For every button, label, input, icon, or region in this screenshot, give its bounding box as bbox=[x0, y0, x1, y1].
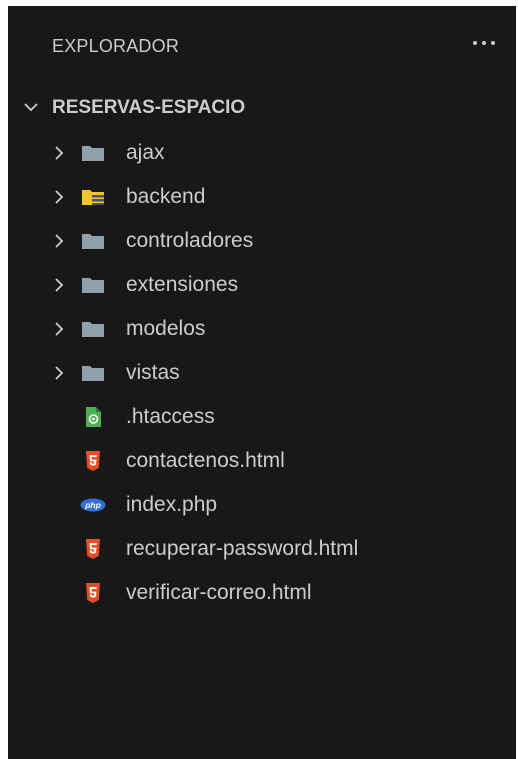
tree-item-label: modelos bbox=[126, 317, 206, 340]
html5-file-icon bbox=[86, 539, 100, 559]
folder-icon bbox=[82, 234, 104, 249]
html5-file-icon bbox=[86, 451, 100, 471]
tree-item-controladores[interactable]: controladores bbox=[8, 220, 516, 264]
workspace-root-label: RESERVAS-ESPACIO bbox=[52, 97, 246, 118]
folder-icon bbox=[82, 322, 104, 337]
workspace-root-folder[interactable]: RESERVAS-ESPACIO bbox=[8, 92, 516, 124]
explorer-header: EXPLORADOR bbox=[8, 6, 516, 82]
html5-file-icon bbox=[86, 583, 100, 603]
folder-icon bbox=[82, 278, 104, 293]
explorer-panel: EXPLORADOR RESERVAS-ESPACIO ajax backend… bbox=[8, 6, 516, 759]
tree-item-label: index.php bbox=[126, 493, 218, 516]
chevron-right-icon bbox=[55, 322, 64, 336]
tree-item-label: .htaccess bbox=[126, 405, 215, 428]
tree-item-label: verificar-correo.html bbox=[126, 581, 312, 604]
tree-item-label: contactenos.html bbox=[126, 449, 285, 472]
chevron-right-icon bbox=[55, 234, 64, 248]
chevron-down-icon bbox=[24, 103, 38, 112]
tree-item-label: ajax bbox=[126, 141, 165, 164]
tree-item-ajax[interactable]: ajax bbox=[8, 132, 516, 176]
tree-item-vistas[interactable]: vistas bbox=[8, 352, 516, 396]
chevron-right-icon bbox=[55, 366, 64, 380]
tree-item-label: extensiones bbox=[126, 273, 239, 296]
svg-text:php: php bbox=[84, 500, 101, 510]
tree-item-label: backend bbox=[126, 185, 206, 208]
tree-item-label: recuperar-password.html bbox=[126, 537, 359, 560]
file-tree: ajax backend controladores extensiones m… bbox=[8, 132, 516, 616]
tree-item-backend[interactable]: backend bbox=[8, 176, 516, 220]
folder-backend-icon bbox=[82, 190, 104, 205]
ellipsis-icon bbox=[473, 41, 495, 45]
tree-item-modelos[interactable]: modelos bbox=[8, 308, 516, 352]
chevron-right-icon bbox=[55, 190, 64, 204]
tree-item-label: controladores bbox=[126, 229, 254, 252]
explorer-title: EXPLORADOR bbox=[52, 36, 180, 56]
more-actions-button[interactable] bbox=[470, 30, 498, 56]
tree-item-contactenos-html[interactable]: contactenos.html bbox=[8, 440, 516, 484]
php-file-icon: php bbox=[80, 498, 106, 512]
chevron-right-icon bbox=[55, 278, 64, 292]
folder-icon bbox=[82, 146, 104, 161]
tree-item-label: vistas bbox=[126, 361, 180, 384]
htaccess-file-icon bbox=[86, 407, 101, 427]
folder-icon bbox=[82, 366, 104, 381]
chevron-right-icon bbox=[55, 146, 64, 160]
tree-item-recuperar-password-html[interactable]: recuperar-password.html bbox=[8, 528, 516, 572]
tree-item-extensiones[interactable]: extensiones bbox=[8, 264, 516, 308]
tree-item-verificar-correo-html[interactable]: verificar-correo.html bbox=[8, 572, 516, 616]
tree-item-index-php[interactable]: php index.php bbox=[8, 484, 516, 528]
tree-item-htaccess[interactable]: .htaccess bbox=[8, 396, 516, 440]
